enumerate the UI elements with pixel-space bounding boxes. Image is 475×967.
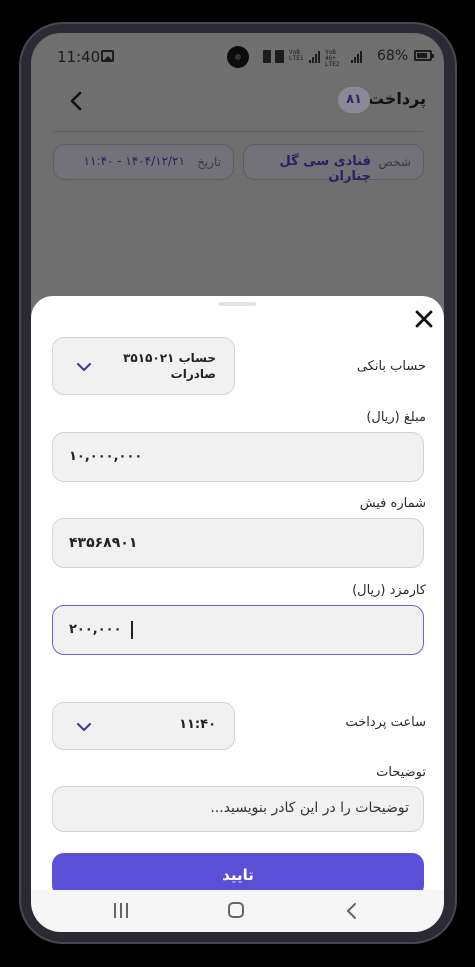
signal-icon <box>309 51 321 63</box>
app-header: پرداخت ۸۱ شخص قنادی سی گل چناران تاریخ ۱… <box>31 79 444 189</box>
fee-value: ۲۰۰,۰۰۰ <box>69 622 122 637</box>
amount-input[interactable]: ۱۰,۰۰۰,۰۰۰ <box>52 432 424 482</box>
description-label: توضیحات <box>376 765 426 780</box>
receipt-number-value: ۴۳۵۶۸۹۰۱ <box>69 535 138 551</box>
page-title: پرداخت <box>367 89 426 108</box>
bank-account-label: حساب بانکی <box>356 359 426 374</box>
payment-time-label: ساعت پرداخت <box>345 715 426 730</box>
status-icons: VoB LTE1 VoB 4G+ LTE2 <box>263 49 363 68</box>
back-arrow-icon[interactable] <box>65 89 89 113</box>
battery-percent: 68% <box>377 48 409 64</box>
status-time: 11:40 <box>57 48 101 66</box>
gallery-icon <box>101 50 114 62</box>
payment-bottom-sheet: حساب بانکی حساب ۳۵۱۵۰۲۱ صادرات مبلغ (ریا… <box>31 296 444 897</box>
camera-cutout <box>227 46 249 68</box>
nav-recents-icon[interactable] <box>113 903 129 918</box>
amount-label: مبلغ (ریال) <box>366 410 426 425</box>
bank-account-select[interactable]: حساب ۳۵۱۵۰۲۱ صادرات <box>52 337 235 395</box>
sim-icon <box>263 50 271 63</box>
person-label: شخص <box>378 155 411 169</box>
fee-label: کارمزد (ریال) <box>352 583 426 598</box>
date-label: تاریخ <box>197 155 221 169</box>
close-icon[interactable] <box>411 306 437 332</box>
description-input[interactable]: توضیحات را در این کادر بنویسید... <box>52 786 424 832</box>
nav-back-icon[interactable] <box>345 902 359 920</box>
screen: 11:40 VoB LTE1 VoB 4G+ LTE2 68% پرداخت ۸… <box>31 33 444 932</box>
person-value: قنادی سی گل چناران <box>279 154 371 184</box>
receipt-number-input[interactable]: ۴۳۵۶۸۹۰۱ <box>52 518 424 568</box>
count-badge: ۸۱ <box>338 87 370 113</box>
fee-input[interactable]: ۲۰۰,۰۰۰ <box>52 605 424 655</box>
header-divider <box>53 131 423 132</box>
date-value: ۱۴۰۴/۱۲/۲۱ - ۱۱:۴۰ <box>83 154 185 168</box>
network-1-label: VoB LTE1 <box>289 49 304 62</box>
payment-time-value: ۱۱:۴۰ <box>179 717 216 732</box>
bank-account-line2: صادرات <box>170 367 216 381</box>
signal-icon <box>351 51 363 63</box>
system-nav-bar <box>31 890 444 932</box>
nav-home-icon[interactable] <box>228 902 244 918</box>
battery-icon <box>414 50 434 61</box>
amount-value: ۱۰,۰۰۰,۰۰۰ <box>69 449 143 464</box>
payment-time-select[interactable]: ۱۱:۴۰ <box>52 702 235 750</box>
sim-icon <box>275 50 284 63</box>
text-cursor <box>131 621 133 639</box>
status-bar: 11:40 VoB LTE1 VoB 4G+ LTE2 68% <box>31 33 444 79</box>
date-chip: تاریخ ۱۴۰۴/۱۲/۲۱ - ۱۱:۴۰ <box>53 144 234 180</box>
network-2-label: VoB 4G+ LTE2 <box>325 49 340 68</box>
chevron-down-icon <box>77 723 91 731</box>
bank-account-line1: حساب ۳۵۱۵۰۲۱ <box>123 351 216 365</box>
drag-handle[interactable] <box>218 302 256 306</box>
description-placeholder: توضیحات را در این کادر بنویسید... <box>210 800 409 816</box>
receipt-number-label: شماره فیش <box>359 496 426 511</box>
person-chip: شخص قنادی سی گل چناران <box>243 144 424 184</box>
